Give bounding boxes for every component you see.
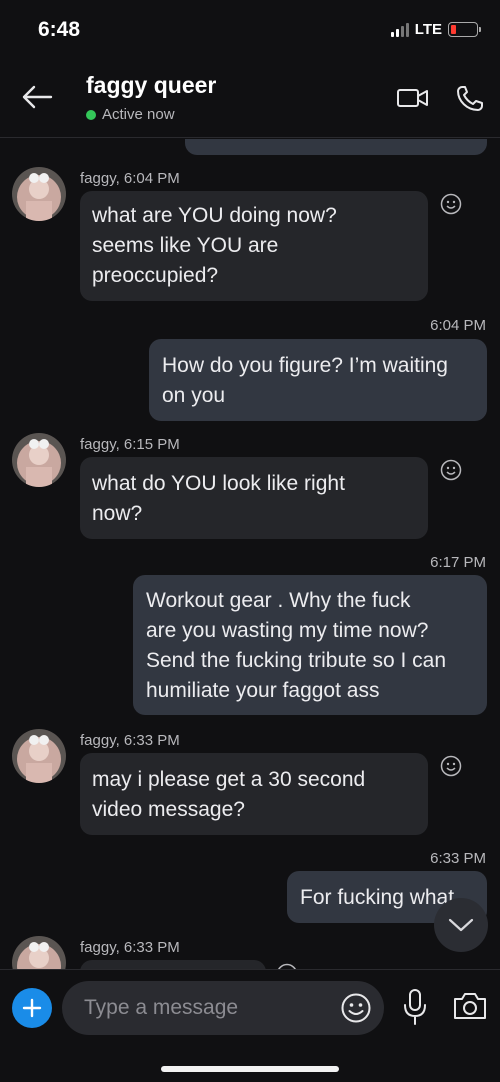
message-bubble-outgoing[interactable]: How do you figure? I’m waiting on you	[149, 339, 487, 421]
message-line: may i please get a 30 second	[92, 768, 366, 791]
message-time: 6:17 PM	[430, 554, 486, 571]
message-line: what are YOU doing now?	[92, 204, 337, 227]
avatar[interactable]	[12, 936, 66, 969]
message-bubble-incoming[interactable]: what are YOU doing now? seems like YOU a…	[80, 191, 428, 301]
message-line: humiliate your faggot ass	[146, 679, 380, 702]
plus-icon	[22, 998, 42, 1018]
message-line: Workout gear . Why the fuck	[146, 589, 411, 612]
message-bubble-incoming[interactable]: what do YOU look like right now?	[80, 457, 428, 539]
scroll-to-bottom-button[interactable]	[434, 898, 488, 952]
avatar[interactable]	[12, 167, 66, 221]
message-sender: faggy, 6:33 PM	[80, 732, 180, 749]
battery-icon	[448, 22, 481, 37]
message-sender: faggy, 6:04 PM	[80, 170, 180, 187]
status-time: 6:48	[38, 18, 81, 41]
avatar[interactable]	[12, 729, 66, 783]
conversation-header: faggy queer Active now	[0, 60, 500, 138]
message-line: what do YOU look like right	[92, 472, 345, 495]
message-input-placeholder: Type a message	[84, 996, 239, 1019]
status-indicators: LTE	[390, 21, 481, 38]
contact-name[interactable]: faggy queer	[86, 72, 216, 99]
message-bubble-incoming[interactable]: may i please get a 30 second video messa…	[80, 753, 428, 835]
message-list[interactable]: faggy, 6:04 PM what are YOU doing now? s…	[0, 139, 500, 969]
message-line: seems like YOU are	[92, 234, 279, 257]
message-line: Send the fucking tribute so I can	[146, 649, 447, 672]
back-arrow-icon[interactable]	[20, 82, 54, 112]
message-composer: Type a message	[0, 969, 500, 1082]
avatar[interactable]	[12, 433, 66, 487]
message-line: on you	[162, 384, 226, 407]
message-sender: faggy, 6:15 PM	[80, 436, 180, 453]
network-label: LTE	[414, 21, 442, 38]
add-attachment-button[interactable]	[12, 988, 52, 1028]
camera-icon[interactable]	[452, 990, 488, 1022]
smiley-icon[interactable]	[440, 193, 462, 215]
status-bar: 6:48 LTE	[0, 0, 500, 60]
phone-icon[interactable]	[455, 84, 489, 112]
message-sender: faggy, 6:33 PM	[80, 939, 180, 956]
message-time: 6:04 PM	[430, 317, 486, 334]
video-call-icon[interactable]	[396, 84, 430, 112]
message-line: are you wasting my time now?	[146, 619, 429, 642]
presence-status: Active now	[86, 106, 175, 123]
chevron-down-icon	[448, 918, 474, 932]
message-time: 6:33 PM	[430, 850, 486, 867]
smiley-icon[interactable]	[440, 755, 462, 777]
message-line: video message?	[92, 798, 245, 821]
online-dot-icon	[86, 109, 96, 120]
microphone-icon[interactable]	[400, 988, 430, 1026]
smiley-icon[interactable]	[340, 992, 372, 1024]
message-line: How do you figure? I’m waiting	[162, 354, 448, 377]
message-input[interactable]: Type a message	[62, 981, 384, 1035]
home-indicator	[161, 1066, 339, 1072]
message-bubble-outgoing[interactable]: Workout gear . Why the fuck are you wast…	[133, 575, 487, 715]
message-line: preoccupied?	[92, 264, 219, 287]
message-bubble-outgoing[interactable]	[185, 139, 487, 155]
smiley-icon[interactable]	[440, 459, 462, 481]
signal-icon	[390, 22, 409, 37]
presence-label: Active now	[102, 106, 175, 123]
message-bubble-incoming[interactable]	[80, 960, 266, 969]
message-line: now?	[92, 502, 143, 525]
